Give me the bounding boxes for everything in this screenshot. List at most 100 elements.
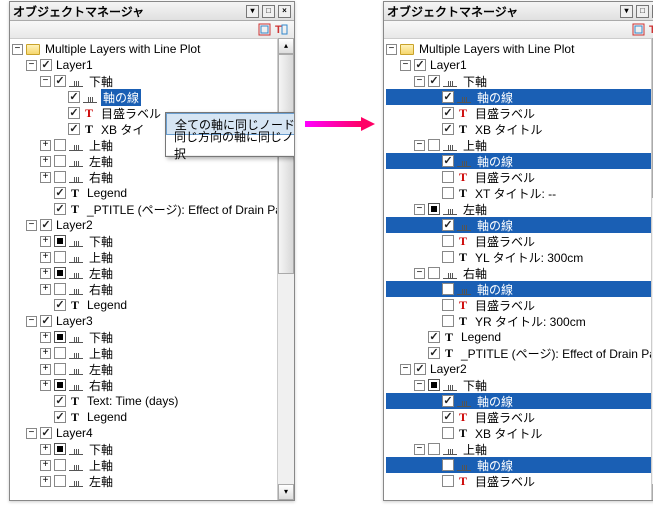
checkbox[interactable]: [54, 347, 66, 359]
scroll-thumb[interactable]: [278, 54, 294, 274]
checkbox[interactable]: ✓: [442, 395, 454, 407]
checkbox[interactable]: [442, 427, 454, 439]
xb-title-node[interactable]: XB タイトル: [473, 121, 544, 138]
tool-icon-2[interactable]: T: [275, 23, 288, 36]
checkbox[interactable]: [442, 475, 454, 487]
minimize-btn[interactable]: □: [262, 5, 275, 18]
expander-icon[interactable]: −: [386, 44, 397, 55]
expander-icon[interactable]: +: [40, 444, 51, 455]
tick-label-node[interactable]: 目盛ラベル: [473, 169, 537, 186]
checkbox[interactable]: [428, 139, 440, 151]
layer-node[interactable]: Layer1: [54, 58, 95, 72]
checkbox[interactable]: ✓: [442, 91, 454, 103]
layer-node[interactable]: Layer4: [54, 426, 95, 440]
expander-icon[interactable]: +: [40, 236, 51, 247]
expander-icon[interactable]: +: [40, 332, 51, 343]
expander-icon[interactable]: −: [26, 220, 37, 231]
checkbox[interactable]: [54, 155, 66, 167]
tick-label-node[interactable]: 目盛ラベル: [473, 473, 537, 490]
tool-icon-1[interactable]: [632, 23, 645, 36]
tick-label-node[interactable]: 目盛ラベル: [99, 105, 163, 122]
scroll-up-btn[interactable]: ▴: [278, 38, 294, 54]
checkbox[interactable]: [54, 139, 66, 151]
axis-line-node[interactable]: 軸の線: [475, 281, 515, 298]
axis-line-node[interactable]: 軸の線: [475, 89, 515, 106]
axis-node[interactable]: 上軸: [461, 441, 489, 458]
checkbox[interactable]: [54, 475, 66, 487]
root-node[interactable]: Multiple Layers with Line Plot: [417, 42, 576, 56]
scrollbar[interactable]: ▴ ▾: [277, 38, 294, 500]
axis-node[interactable]: 右軸: [87, 281, 115, 298]
checkbox[interactable]: ✓: [428, 75, 440, 87]
checkbox[interactable]: ✓: [40, 427, 52, 439]
checkbox[interactable]: ✓: [442, 219, 454, 231]
layer-node[interactable]: Layer2: [54, 218, 95, 232]
axis-node[interactable]: 上軸: [87, 249, 115, 266]
xb-title-node[interactable]: XB タイ: [99, 121, 146, 138]
tick-label-node[interactable]: 目盛ラベル: [473, 233, 537, 250]
xb-title-node[interactable]: XB タイトル: [473, 425, 544, 442]
scroll-down-btn[interactable]: ▾: [278, 484, 294, 500]
expander-icon[interactable]: +: [40, 156, 51, 167]
checkbox[interactable]: [442, 283, 454, 295]
checkbox[interactable]: [442, 251, 454, 263]
checkbox[interactable]: [442, 171, 454, 183]
checkbox[interactable]: ✓: [40, 59, 52, 71]
checkbox[interactable]: [54, 459, 66, 471]
checkbox[interactable]: ✓: [54, 395, 66, 407]
axis-node[interactable]: 左軸: [87, 265, 115, 282]
axis-node[interactable]: 右軸: [461, 265, 489, 282]
tree-view[interactable]: −Multiple Layers with Line Plot −✓Layer1…: [10, 39, 294, 501]
expander-icon[interactable]: −: [26, 428, 37, 439]
axis-line-node[interactable]: 軸の線: [475, 153, 515, 170]
expander-icon[interactable]: −: [400, 364, 411, 375]
checkbox[interactable]: ✓: [68, 91, 80, 103]
ptitle-node[interactable]: _PTITLE (ページ): Effect of Drain Pa: [85, 201, 284, 218]
fillbox[interactable]: [54, 331, 66, 343]
expander-icon[interactable]: −: [40, 76, 51, 87]
yr-title-node[interactable]: YR タイトル: 300cm: [473, 313, 588, 330]
expander-icon[interactable]: +: [40, 252, 51, 263]
axis-node[interactable]: 上軸: [87, 457, 115, 474]
checkbox[interactable]: ✓: [442, 155, 454, 167]
checkbox[interactable]: ✓: [68, 107, 80, 119]
checkbox[interactable]: ✓: [54, 203, 66, 215]
axis-node[interactable]: 上軸: [87, 345, 115, 362]
tool-icon-1[interactable]: [258, 23, 271, 36]
checkbox[interactable]: [442, 187, 454, 199]
expander-icon[interactable]: +: [40, 284, 51, 295]
axis-node[interactable]: 下軸: [87, 73, 115, 90]
dropdown-btn[interactable]: ▾: [246, 5, 259, 18]
root-node[interactable]: Multiple Layers with Line Plot: [43, 42, 202, 56]
legend-node[interactable]: Legend: [85, 410, 129, 424]
axis-node[interactable]: 右軸: [87, 377, 115, 394]
axis-node[interactable]: 左軸: [87, 153, 115, 170]
checkbox[interactable]: [442, 299, 454, 311]
tick-label-node[interactable]: 目盛ラベル: [473, 297, 537, 314]
expander-icon[interactable]: +: [40, 476, 51, 487]
axis-line-node[interactable]: 軸の線: [101, 89, 141, 106]
minimize-btn[interactable]: □: [636, 5, 649, 18]
xt-title-node[interactable]: XT タイトル: --: [473, 185, 558, 202]
axis-line-node[interactable]: 軸の線: [475, 393, 515, 410]
checkbox[interactable]: [54, 171, 66, 183]
axis-node[interactable]: 下軸: [461, 73, 489, 90]
checkbox[interactable]: ✓: [40, 219, 52, 231]
expander-icon[interactable]: +: [40, 172, 51, 183]
ctx-select-same-direction[interactable]: 同じ方向の軸に同じノードを選択: [166, 135, 295, 156]
tick-label-node[interactable]: 目盛ラベル: [473, 105, 537, 122]
axis-line-node[interactable]: 軸の線: [475, 217, 515, 234]
checkbox[interactable]: ✓: [428, 331, 440, 343]
expander-icon[interactable]: +: [40, 268, 51, 279]
checkbox[interactable]: ✓: [414, 59, 426, 71]
axis-node[interactable]: 左軸: [87, 473, 115, 490]
tool-icon-2[interactable]: T: [649, 23, 653, 36]
expander-icon[interactable]: +: [40, 380, 51, 391]
checkbox[interactable]: ✓: [54, 411, 66, 423]
expander-icon[interactable]: −: [414, 268, 425, 279]
checkbox[interactable]: [442, 459, 454, 471]
expander-icon[interactable]: −: [26, 60, 37, 71]
checkbox[interactable]: ✓: [68, 123, 80, 135]
legend-node[interactable]: Legend: [85, 298, 129, 312]
panel-titlebar[interactable]: オブジェクトマネージャ ▾ □ ×: [384, 2, 653, 21]
